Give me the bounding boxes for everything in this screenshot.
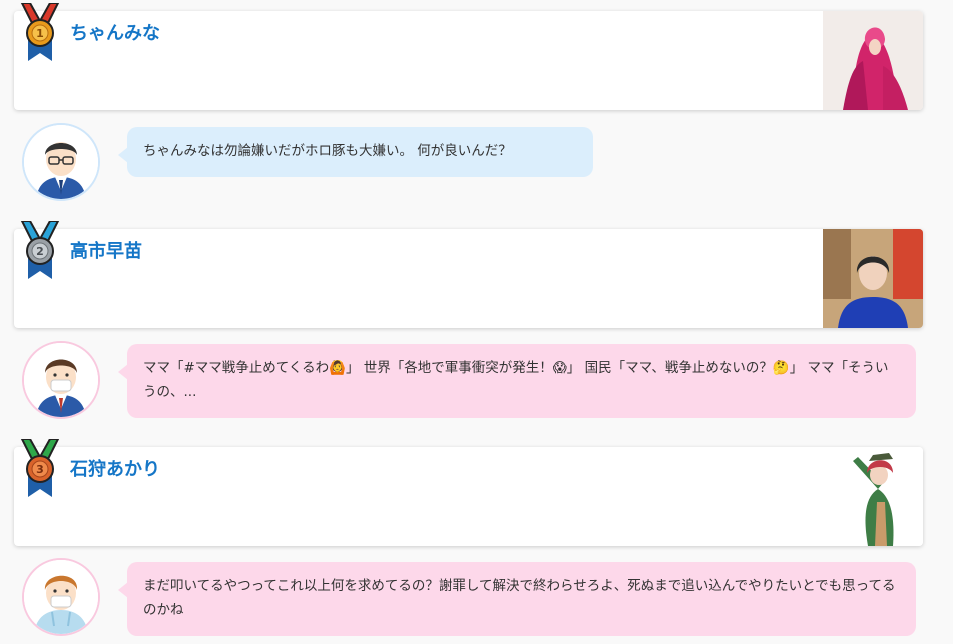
svg-text:1: 1 bbox=[36, 27, 44, 40]
gold-medal-icon: 1 bbox=[20, 3, 60, 61]
comment-bubble-2: ママ「#ママ戦争止めてくるわ🙆」 世界「各地で軍事衝突が発生！😱」 国民「ママ、… bbox=[118, 344, 916, 418]
ranking-card-2[interactable]: 2 高市早苗 bbox=[14, 221, 923, 328]
ranking-card-1[interactable]: 1 ちゃんみな bbox=[14, 3, 923, 110]
ranking-card-3[interactable]: 3 石狩あかり bbox=[14, 439, 923, 546]
ranking-name-link[interactable]: 高市早苗 bbox=[70, 241, 142, 263]
comment-text: まだ叩いてるやつってこれ以上何を求めてるの？謝罪して解決で終わらせろよ、死ぬまで… bbox=[143, 578, 896, 618]
ranking-name-link[interactable]: ちゃんみな bbox=[70, 23, 160, 45]
silver-medal-icon: 2 bbox=[20, 221, 60, 279]
ranking-name-link[interactable]: 石狩あかり bbox=[70, 459, 160, 481]
commenter-avatar-glasses bbox=[22, 123, 100, 201]
ranking-thumbnail-image[interactable] bbox=[823, 447, 923, 546]
ranking-thumbnail-image[interactable] bbox=[823, 229, 923, 328]
bronze-medal-icon: 3 bbox=[20, 439, 60, 497]
svg-text:2: 2 bbox=[36, 245, 44, 258]
comment-bubble-3: まだ叩いてるやつってこれ以上何を求めてるの？謝罪して解決で終わらせろよ、死ぬまで… bbox=[118, 562, 916, 636]
comment-text: ママ「#ママ戦争止めてくるわ🙆」 世界「各地で軍事衝突が発生！😱」 国民「ママ、… bbox=[143, 360, 889, 400]
ranking-thumbnail-image[interactable] bbox=[823, 11, 923, 110]
comment-bubble-1: ちゃんみなは勿論嫌いだがホロ豚も大嫌い。 何が良いんだ？ bbox=[118, 127, 593, 177]
svg-text:3: 3 bbox=[36, 463, 44, 476]
commenter-avatar-hoodie bbox=[22, 558, 100, 636]
commenter-avatar-mask bbox=[22, 341, 100, 419]
comment-text: ちゃんみなは勿論嫌いだがホロ豚も大嫌い。 何が良いんだ？ bbox=[143, 143, 512, 159]
